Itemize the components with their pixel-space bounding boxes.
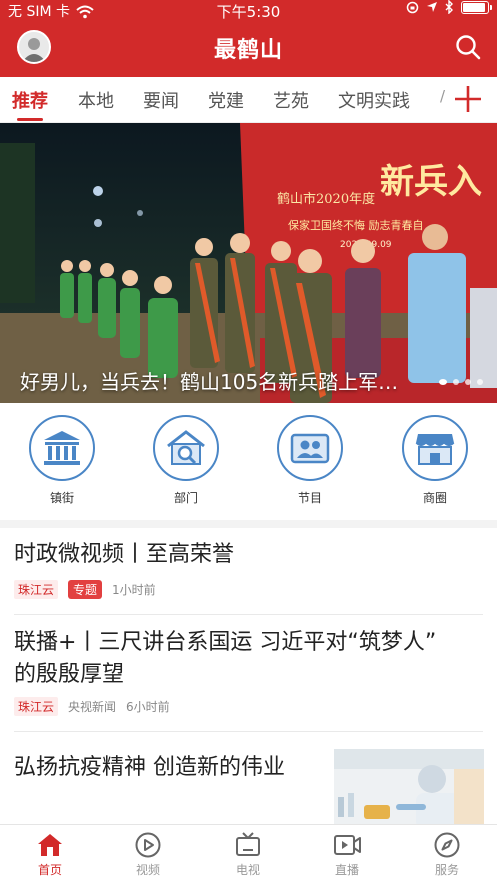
location-arrow-icon xyxy=(427,2,437,12)
top-banner[interactable]: 鹤山市2020年度 新兵入 保家卫国终不悔 励志青春自 2020.09.09 xyxy=(0,123,497,403)
active-tab-indicator xyxy=(17,118,43,121)
nav-tv[interactable]: 电视 xyxy=(218,831,278,878)
carousel-dot[interactable] xyxy=(453,379,459,385)
section-separator xyxy=(0,520,497,528)
news-meta: 珠江云 专题 1小时前 xyxy=(14,580,156,599)
home-icon xyxy=(35,831,65,859)
nav-home[interactable]: 首页 xyxy=(20,831,80,878)
nav-label: 视频 xyxy=(135,863,160,877)
nav-label: 直播 xyxy=(334,863,359,877)
profile-card-icon xyxy=(277,415,343,481)
banner-sign-slogan: 保家卫国终不悔 励志青春自 xyxy=(288,218,424,232)
quick-entries: 镇街 部门 节目 商圈 xyxy=(0,403,497,520)
tab-overflow[interactable]: / xyxy=(440,87,445,105)
entry-label: 节目 xyxy=(297,491,322,505)
carousel-dots xyxy=(439,379,483,385)
bluetooth-icon xyxy=(445,0,453,14)
news-meta: 珠江云 央视新闻 6小时前 xyxy=(14,697,170,716)
news-publisher: 央视新闻 xyxy=(68,700,117,714)
news-title[interactable]: 时政微视频丨至高荣誉 xyxy=(14,539,234,571)
carousel-dot[interactable] xyxy=(477,379,483,385)
status-bar: 无 SIM 卡 下午5:30 xyxy=(0,0,497,24)
app-title: 最鹤山 xyxy=(213,38,283,63)
divider xyxy=(14,731,483,732)
rotation-lock-icon xyxy=(406,1,419,13)
nav-label: 服务 xyxy=(434,863,459,877)
battery-icon xyxy=(461,0,492,14)
tab-news[interactable]: 要闻 xyxy=(143,87,179,113)
compass-icon xyxy=(432,831,462,859)
source-tag: 珠江云 xyxy=(14,697,59,716)
entry-label: 商圈 xyxy=(422,491,447,505)
divider xyxy=(14,614,483,615)
entry-departments[interactable]: 部门 xyxy=(151,415,221,506)
tab-recommend[interactable]: 推荐 xyxy=(12,87,48,113)
special-badge: 专题 xyxy=(68,580,103,599)
tab-local[interactable]: 本地 xyxy=(78,87,114,113)
tab-party[interactable]: 党建 xyxy=(208,87,244,113)
channel-tabs: 推荐 本地 要闻 党建 艺苑 文明实践 / xyxy=(0,77,497,123)
app-header: 最鹤山 xyxy=(0,24,497,77)
banner-sign-title: 鹤山市2020年度 xyxy=(277,191,375,207)
entry-label: 镇街 xyxy=(49,491,74,505)
nav-live[interactable]: 直播 xyxy=(317,831,377,878)
plus-icon[interactable] xyxy=(449,80,487,118)
battery-fill xyxy=(463,2,486,12)
government-building-icon xyxy=(29,415,95,481)
entry-business[interactable]: 商圈 xyxy=(400,415,470,506)
source-tag: 珠江云 xyxy=(14,580,59,599)
entry-towns[interactable]: 镇街 xyxy=(27,415,97,506)
lab-worker-thumbnail[interactable] xyxy=(334,749,484,829)
tv-icon xyxy=(233,831,263,859)
news-title[interactable]: 联播+丨三尺讲台系国运 习近平对“筑梦人” xyxy=(14,627,436,659)
carousel-dot[interactable] xyxy=(465,379,471,385)
news-time: 1小时前 xyxy=(112,583,156,597)
play-circle-icon xyxy=(133,831,163,859)
tab-civilization[interactable]: 文明实践 xyxy=(338,87,410,113)
nav-label: 首页 xyxy=(37,863,62,877)
top-bar: 无 SIM 卡 下午5:30 最鹤山 xyxy=(0,0,497,77)
live-camera-icon xyxy=(332,831,362,859)
shop-icon xyxy=(402,415,468,481)
news-time: 6小时前 xyxy=(126,700,170,714)
news-title-continued[interactable]: 的殷殷厚望 xyxy=(14,659,124,691)
carousel-dot[interactable] xyxy=(439,379,447,385)
banner-caption: 好男儿，当兵去！鹤山105名新兵踏上军… xyxy=(20,370,399,394)
banner-sign-big: 新兵入 xyxy=(380,162,482,202)
tab-arts[interactable]: 艺苑 xyxy=(273,87,309,113)
entry-label: 部门 xyxy=(173,491,198,505)
search-icon[interactable] xyxy=(455,34,481,60)
house-search-icon xyxy=(153,415,219,481)
entry-programs[interactable]: 节目 xyxy=(275,415,345,506)
nav-video[interactable]: 视频 xyxy=(118,831,178,878)
nav-service[interactable]: 服务 xyxy=(417,831,477,878)
news-title[interactable]: 弘扬抗疫精神 创造新的伟业 xyxy=(14,752,285,784)
bottom-navigation: 首页 视频 电视 直播 服务 xyxy=(0,824,497,883)
nav-label: 电视 xyxy=(235,863,260,877)
banner-image: 鹤山市2020年度 新兵入 保家卫国终不悔 励志青春自 2020.09.09 xyxy=(0,123,497,403)
